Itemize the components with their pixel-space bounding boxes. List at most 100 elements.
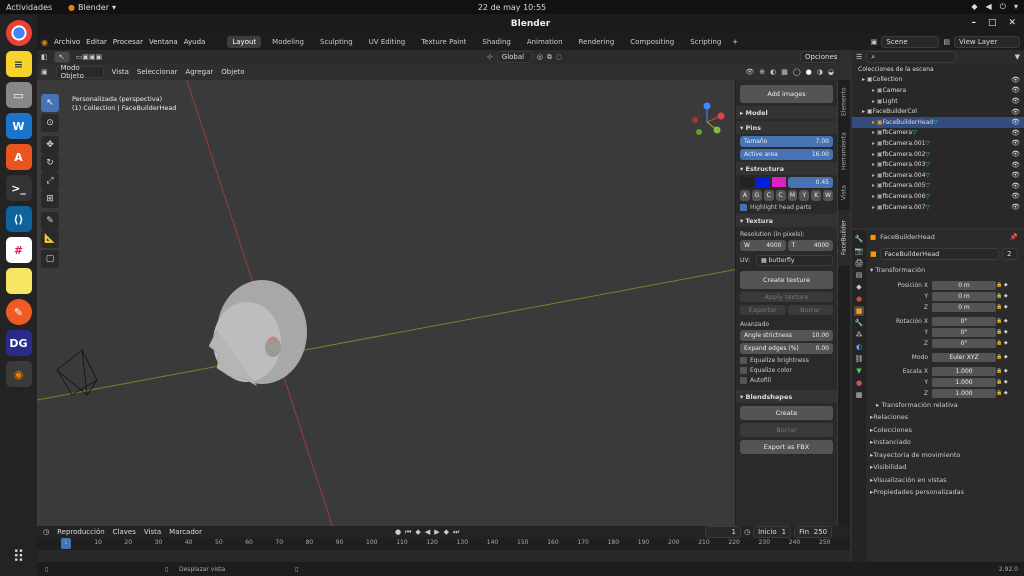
lock-icon[interactable]: 🔒 ◆ — [996, 354, 1008, 360]
users-count[interactable]: 2 — [1002, 248, 1018, 260]
material-tab-icon[interactable]: ● — [854, 378, 864, 388]
close-icon[interactable]: ✕ — [1008, 18, 1016, 28]
visibility-eye-icon[interactable]: 👁 — [1011, 203, 1020, 211]
tab-texture-paint[interactable]: Texture Paint — [416, 36, 471, 48]
lock-icon[interactable]: 🔒 ◆ — [996, 293, 1008, 299]
scale-tool-icon[interactable]: ⤢ — [41, 172, 59, 190]
annotate-tool-icon[interactable]: ✎ — [41, 212, 59, 230]
measure-tool-icon[interactable]: 📐 — [41, 230, 59, 248]
object-name-field[interactable]: FaceBuilderHead — [879, 248, 999, 260]
texture-section-header[interactable]: ▾ Textura — [736, 214, 837, 227]
visibility-eye-icon[interactable]: 👁 — [1011, 76, 1020, 84]
structure-toggle-0[interactable]: A — [740, 190, 750, 201]
menu-marcador[interactable]: Marcador — [169, 528, 202, 536]
visibility-eye-icon[interactable]: 👁 — [1011, 86, 1020, 94]
add-cube-tool-icon[interactable]: ▢ — [41, 250, 59, 268]
autofill-checkbox[interactable]: Autofill — [740, 377, 833, 384]
transform-orientation-select[interactable]: Global — [496, 51, 533, 63]
location-field-2-value[interactable]: 0 m — [932, 302, 996, 312]
end-frame-field[interactable]: Fin 250 — [794, 526, 833, 538]
opacity-field[interactable]: 0.45 — [788, 177, 833, 188]
scene-tab-icon[interactable]: ◆ — [854, 282, 864, 292]
play-reverse-icon[interactable]: ◀ — [425, 528, 430, 536]
expand-edges-field[interactable]: Expand edges (%) 0.00 — [740, 343, 833, 354]
scale-field-2-value[interactable]: 1.000 — [932, 388, 996, 398]
outliner-item[interactable]: ▸ ▣ fbCamera.005 ▽ 👁 — [852, 181, 1024, 192]
slack-icon[interactable]: # — [5, 237, 32, 263]
outliner-item[interactable]: ▸ ▣ fbCamera.004 ▽ 👁 — [852, 170, 1024, 181]
notes-icon[interactable]: ≡ — [5, 51, 32, 77]
visibility-eye-icon[interactable]: 👁 — [1011, 182, 1020, 190]
shading-render-icon[interactable]: ◒ — [828, 68, 834, 76]
snap-icon[interactable]: ⧉ — [547, 53, 552, 62]
scene-selector[interactable]: Scene — [881, 36, 940, 48]
tab-rendering[interactable]: Rendering — [574, 36, 620, 48]
shading-wire-icon[interactable]: ◯ — [793, 68, 801, 76]
select-box-icons[interactable]: ▭▣▣▣ — [76, 53, 102, 61]
model-section-header[interactable]: ▸ Model — [736, 106, 837, 119]
proportional-edit-icon[interactable]: ◌ — [556, 53, 562, 61]
color-swatch-magenta[interactable] — [772, 177, 786, 187]
jump-end-icon[interactable]: ⏭ — [453, 528, 459, 537]
add-workspace-icon[interactable]: + — [732, 38, 738, 46]
view-layer-selector[interactable]: View Layer — [954, 36, 1020, 48]
lock-icon[interactable]: 🔒 ◆ — [996, 282, 1008, 288]
outliner-item[interactable]: ▸ ▣ Collection 👁 — [852, 75, 1024, 86]
files-icon[interactable]: ▭ — [5, 82, 32, 108]
menu-reproduccion[interactable]: Reproducción — [57, 528, 105, 536]
outliner-type-icon[interactable]: ☰ — [856, 53, 862, 61]
structure-section-header[interactable]: ▾ Estructura — [736, 162, 837, 175]
shading-material-icon[interactable]: ◑ — [817, 68, 823, 76]
apply-texture-button[interactable]: Apply texture — [740, 292, 833, 302]
start-frame-field[interactable]: Inicio 1 — [753, 526, 792, 538]
outliner-item[interactable]: ▸ ▣ fbCamera ▽ 👁 — [852, 128, 1024, 139]
blendshapes-section-header[interactable]: ▾ Blendshapes — [736, 390, 837, 403]
property-section[interactable]: ▸ Trayectoria de movimiento — [870, 449, 1024, 462]
next-key-icon[interactable]: ◆ — [444, 528, 449, 536]
lock-icon[interactable]: 🔒 ◆ — [996, 329, 1008, 335]
delete-blendshapes-button[interactable]: Borrar — [740, 423, 833, 437]
rotation-mode-field-value[interactable]: Euler XYZ — [932, 352, 996, 362]
color-swatch-black[interactable] — [740, 177, 754, 187]
clock[interactable]: 22 de may 10:55 — [478, 3, 546, 12]
property-section[interactable]: ▸ Colecciones — [870, 424, 1024, 437]
outliner-scene-collection[interactable]: Colecciones de la escena — [852, 64, 1024, 75]
property-section[interactable]: ▸ Instanciado — [870, 436, 1024, 449]
play-icon[interactable]: ▶ — [434, 528, 439, 536]
tab-uv-editing[interactable]: UV Editing — [364, 36, 411, 48]
menu-objeto[interactable]: Objeto — [221, 68, 244, 76]
outliner-item[interactable]: ▸ ▣ fbCamera.007 ▽ 👁 — [852, 202, 1024, 213]
lock-icon[interactable]: 🔒 ◆ — [996, 390, 1008, 396]
equalize-brightness-checkbox[interactable]: Equalize brightness — [740, 357, 833, 364]
visibility-eye-icon[interactable]: 👁 — [1011, 161, 1020, 169]
data-tab-icon[interactable]: ▼ — [854, 366, 864, 376]
navigation-gizmo[interactable] — [687, 102, 727, 142]
visibility-eye-icon[interactable]: 👁 — [1011, 118, 1020, 126]
visibility-eye-icon[interactable]: 👁 — [1011, 139, 1020, 147]
menu-agregar[interactable]: Agregar — [185, 68, 213, 76]
editor-type-icon[interactable]: ◧ — [41, 53, 48, 61]
create-blendshapes-button[interactable]: Create — [740, 406, 833, 420]
filter-icon[interactable]: ▼ — [1015, 53, 1024, 61]
export-texture-button[interactable]: Exportar — [740, 305, 786, 315]
modifier-tab-icon[interactable]: 🔧 — [854, 318, 864, 328]
visibility-icon[interactable]: 👁 — [745, 68, 754, 76]
uv-select[interactable]: ▦ butterfly — [756, 255, 833, 266]
visibility-eye-icon[interactable]: 👁 — [1011, 171, 1020, 179]
outliner-item[interactable]: ▸ ▣ fbCamera.002 ▽ 👁 — [852, 149, 1024, 160]
chrome-icon[interactable] — [5, 20, 32, 46]
pin-size-field[interactable]: Tamaño 7.00 — [740, 136, 833, 147]
tab-scripting[interactable]: Scripting — [685, 36, 726, 48]
overlay-icon[interactable]: ◐ — [770, 68, 776, 76]
select-mode-icon[interactable]: ↖ — [53, 51, 70, 63]
shading-solid-icon[interactable]: ● — [806, 68, 812, 76]
structure-toggle-2[interactable]: C — [763, 190, 774, 201]
timeline-type-icon[interactable]: ◷ — [43, 528, 49, 536]
location-field-1-value[interactable]: 0 m — [932, 291, 996, 301]
view-layer-tab-icon[interactable]: ▤ — [854, 270, 864, 280]
transform-section-header[interactable]: ▾ Transformación — [870, 264, 1024, 277]
pins-section-header[interactable]: ▾ Pins — [736, 121, 837, 134]
visibility-eye-icon[interactable]: 👁 — [1011, 108, 1020, 116]
software-center-icon[interactable]: A — [5, 144, 32, 170]
lock-icon[interactable]: 🔒 ◆ — [996, 379, 1008, 385]
